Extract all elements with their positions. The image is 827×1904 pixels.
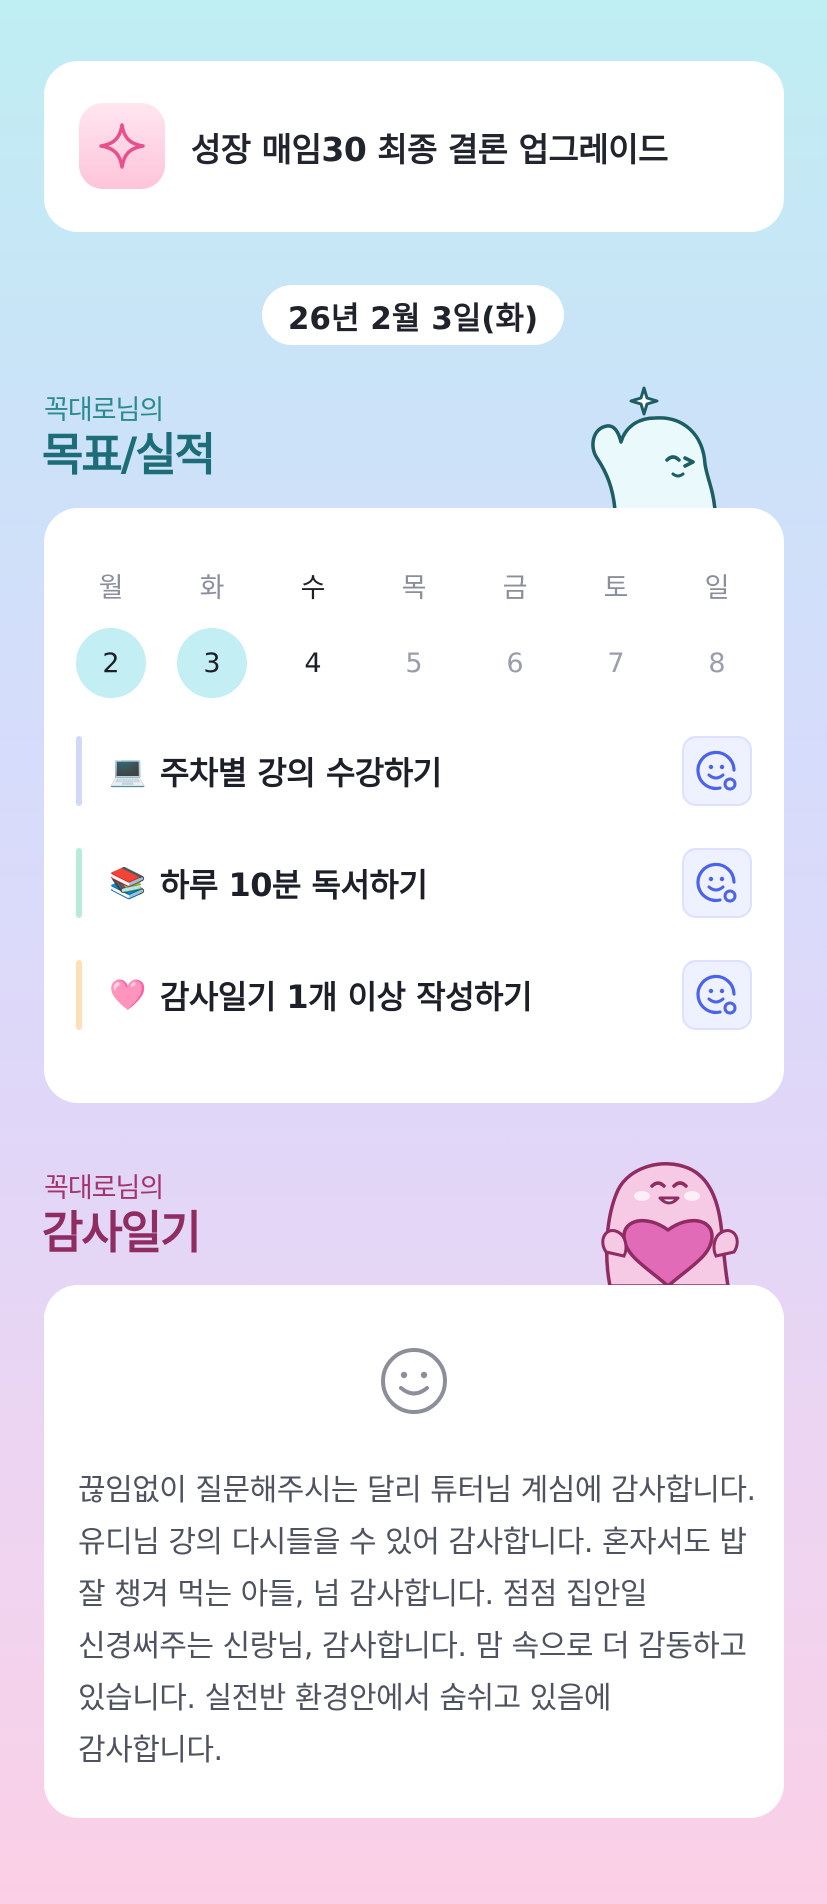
day-number: 8: [708, 647, 726, 679]
goal-text: 감사일기 1개 이상 작성하기: [160, 978, 533, 1016]
week-calendar: 월 2 화 3 수 4 목 5 금 6 토 7 일 8: [76, 566, 752, 698]
day-number: 3: [177, 628, 247, 698]
goal-text: 하루 10분 독서하기: [160, 866, 428, 904]
day-label: 월: [98, 573, 124, 604]
goals-section-title: 목표/실적: [42, 428, 216, 481]
day-label: 수: [300, 573, 326, 604]
smile-check-icon: [696, 862, 737, 903]
day-number: 2: [76, 628, 146, 698]
waving-mascot-icon: [591, 386, 717, 510]
goal-check-button[interactable]: [682, 960, 752, 1030]
goal-text: 주차별 강의 수강하기: [160, 754, 442, 792]
goal-item[interactable]: 💻 주차별 강의 수강하기: [76, 736, 752, 806]
gratitude-text: 끊임없이 질문해주시는 달리 튜터님 계심에 감사합니다. 유디님 강의 다시들…: [78, 1473, 756, 1768]
books-icon: 📚: [109, 865, 147, 901]
day-thu[interactable]: 목 5: [379, 566, 449, 698]
heart-mascot-icon: [601, 1162, 739, 1286]
day-sat[interactable]: 토 7: [581, 566, 651, 698]
smile-check-icon: [696, 974, 737, 1015]
day-label: 토: [603, 573, 629, 604]
goal-color-bar: [76, 848, 82, 918]
day-number: 6: [506, 647, 524, 679]
gratitude-journal-card: 끊임없이 질문해주시는 달리 튜터님 계심에 감사합니다. 유디님 강의 다시들…: [44, 1285, 784, 1818]
day-label: 금: [502, 573, 528, 604]
goal-check-button[interactable]: [682, 848, 752, 918]
day-sun[interactable]: 일 8: [682, 566, 752, 698]
thanks-section-title: 감사일기: [42, 1206, 202, 1259]
day-mon[interactable]: 월 2: [76, 566, 146, 698]
day-tue[interactable]: 화 3: [177, 566, 247, 698]
heart-icon: 🩷: [109, 977, 147, 1013]
banner-title: 성장 매임30 최종 결론 업그레이드: [191, 129, 669, 169]
day-number: 4: [304, 647, 322, 679]
sparkle-icon: [79, 103, 165, 189]
date-selector[interactable]: 26년 2월 3일(화): [262, 285, 564, 345]
goal-item[interactable]: 🩷 감사일기 1개 이상 작성하기: [76, 960, 752, 1030]
day-number: 5: [405, 647, 423, 679]
day-label: 화: [199, 573, 225, 604]
smile-face-icon[interactable]: [378, 1345, 450, 1417]
laptop-icon: 💻: [109, 753, 147, 789]
course-banner[interactable]: 성장 매임30 최종 결론 업그레이드: [44, 61, 784, 232]
day-wed[interactable]: 수 4: [278, 566, 348, 698]
goal-item[interactable]: 📚 하루 10분 독서하기: [76, 848, 752, 918]
day-label: 일: [704, 573, 730, 604]
day-fri[interactable]: 금 6: [480, 566, 550, 698]
goal-check-button[interactable]: [682, 736, 752, 806]
smile-check-icon: [696, 750, 737, 791]
goal-color-bar: [76, 960, 82, 1030]
day-label: 목: [401, 573, 427, 604]
day-number: 7: [607, 647, 625, 679]
goals-card: 월 2 화 3 수 4 목 5 금 6 토 7 일 8 💻 주차별 강의 수강하…: [44, 508, 784, 1103]
goal-color-bar: [76, 736, 82, 806]
